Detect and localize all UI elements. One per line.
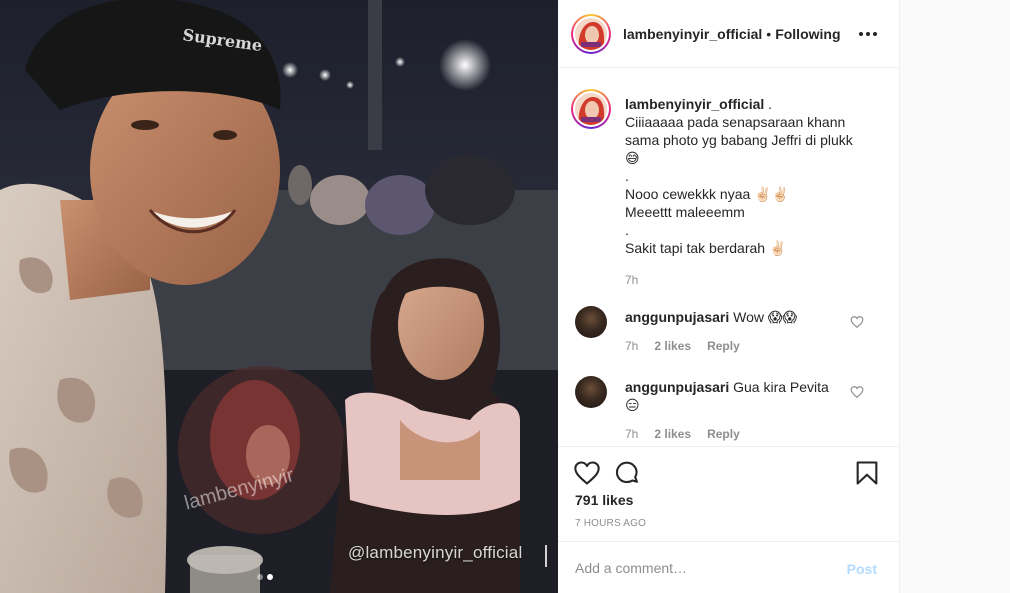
watermark-divider [545,545,547,567]
heart-icon[interactable] [573,459,601,487]
post-actions: 791 likes 7 HOURS AGO [558,446,900,546]
comment-text: Gua kira Pevita [733,379,829,395]
video-frame: Supreme lambenyinyir [0,0,558,593]
commenter-avatar[interactable] [575,376,607,408]
commenter-avatar[interactable] [575,306,607,338]
caption-line: Ciiiaaaaa pada senapsaraan khann [625,114,846,130]
caption-username-suffix: . [764,96,773,112]
more-options-icon[interactable] [858,24,878,44]
caption-line: . [625,168,629,184]
author-avatar[interactable] [571,13,611,54]
caption-line: . [625,222,629,238]
carousel-dot [257,574,263,580]
post-header: lambenyinyir_official • Following [558,0,900,68]
avatar-image [575,93,607,125]
reply-button[interactable]: Reply [707,339,740,353]
comment-time[interactable]: 7h [625,339,638,353]
comment-meta: 7h 2 likes Reply [625,339,740,353]
comment-input[interactable] [575,556,825,580]
comment-text-emoji: 😑 [625,397,640,413]
caption-timestamp[interactable]: 7h [625,271,885,289]
caption-line: Sakit tapi tak berdarah ✌🏻 [625,240,787,256]
header-separator: • [766,25,772,42]
carousel-indicator [257,574,273,580]
author-username[interactable]: lambenyinyir_official [623,26,762,42]
post-media[interactable]: Supreme lambenyinyir @lambenyinyir_offic… [0,0,558,593]
post-timestamp[interactable]: 7 HOURS AGO [575,518,646,529]
comment-icon[interactable] [613,459,641,487]
caption-line: Meeettt maleeemm [625,204,745,220]
caption-username[interactable]: lambenyinyir_official [625,96,764,112]
caption-line: sama photo yg babang Jeffri di plukk [625,132,853,148]
carousel-dot-active [267,574,273,580]
comment-likes[interactable]: 2 likes [654,427,691,441]
following-button[interactable]: Following [775,26,840,42]
post-comment-button[interactable]: Post [847,561,877,577]
post-details-panel: lambenyinyir_official • Following lamben… [558,0,900,593]
caption-line: 😅 [625,150,640,166]
caption-author-avatar[interactable] [571,89,611,129]
page-background [900,0,1010,593]
likes-count[interactable]: 791 likes [575,492,633,508]
bookmark-icon[interactable] [853,459,881,487]
caption-line: Nooo cewekkk nyaa ✌🏻✌🏻 [625,186,790,202]
reply-button[interactable]: Reply [707,427,740,441]
avatar-image [575,17,607,50]
comment-text: Wow 😱😱 [733,309,798,325]
add-comment-bar: Post [558,541,900,593]
comments-section[interactable]: lambenyinyir_official . Ciiiaaaaa pada s… [558,69,900,445]
commenter-username[interactable]: anggunpujasari [625,309,729,325]
like-comment-heart-icon[interactable] [850,385,864,399]
like-comment-heart-icon[interactable] [850,315,864,329]
comment-likes[interactable]: 2 likes [654,339,691,353]
video-watermark: @lambenyinyir_official [348,543,523,562]
comment-meta: 7h 2 likes Reply [625,427,740,441]
commenter-username[interactable]: anggunpujasari [625,379,729,395]
comment-time[interactable]: 7h [625,427,638,441]
